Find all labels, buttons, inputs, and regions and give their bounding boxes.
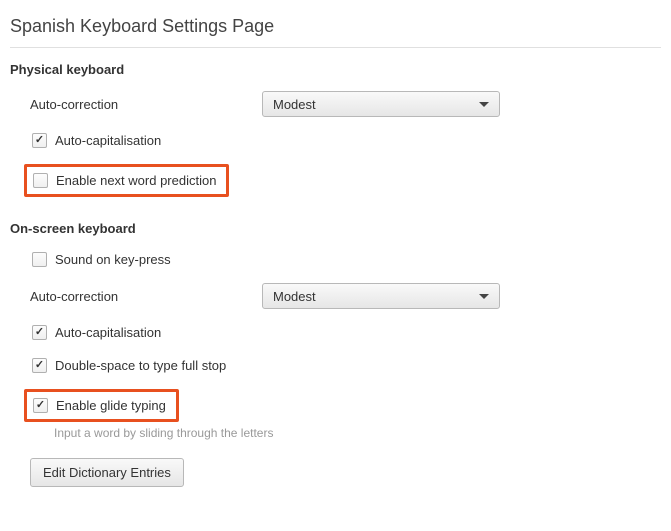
onscreen-auto-correction-value: Modest: [273, 289, 316, 304]
onscreen-sound-keypress-row[interactable]: Sound on key-press: [30, 250, 661, 269]
edit-dictionary-button[interactable]: Edit Dictionary Entries: [30, 458, 184, 487]
onscreen-sound-keypress-label: Sound on key-press: [55, 252, 171, 267]
onscreen-auto-correction-label: Auto-correction: [30, 289, 262, 304]
physical-keyboard-heading: Physical keyboard: [10, 62, 661, 77]
physical-auto-correction-value: Modest: [273, 97, 316, 112]
physical-auto-capitalisation-row[interactable]: Auto-capitalisation: [30, 131, 661, 150]
onscreen-sound-keypress-checkbox[interactable]: [32, 252, 47, 267]
onscreen-auto-capitalisation-label: Auto-capitalisation: [55, 325, 161, 340]
onscreen-auto-correction-select[interactable]: Modest: [262, 283, 500, 309]
onscreen-glide-typing-label: Enable glide typing: [56, 398, 166, 413]
onscreen-auto-capitalisation-checkbox[interactable]: [32, 325, 47, 340]
physical-next-word-prediction-checkbox[interactable]: [33, 173, 48, 188]
physical-auto-correction-row: Auto-correction Modest: [30, 91, 661, 117]
physical-auto-correction-select[interactable]: Modest: [262, 91, 500, 117]
physical-keyboard-section: Auto-correction Modest Auto-capitalisati…: [10, 91, 661, 207]
physical-auto-capitalisation-checkbox[interactable]: [32, 133, 47, 148]
physical-auto-correction-label: Auto-correction: [30, 97, 262, 112]
physical-next-word-prediction-row[interactable]: Enable next word prediction: [33, 173, 216, 188]
onscreen-auto-capitalisation-row[interactable]: Auto-capitalisation: [30, 323, 661, 342]
onscreen-double-space-row[interactable]: Double-space to type full stop: [30, 356, 661, 375]
chevron-down-icon: [479, 294, 489, 299]
onscreen-glide-typing-checkbox[interactable]: [33, 398, 48, 413]
onscreen-glide-typing-hint: Input a word by sliding through the lett…: [54, 426, 661, 440]
onscreen-keyboard-section: Sound on key-press Auto-correction Modes…: [10, 250, 661, 487]
onscreen-double-space-label: Double-space to type full stop: [55, 358, 226, 373]
page-title: Spanish Keyboard Settings Page: [10, 10, 661, 48]
physical-next-word-prediction-label: Enable next word prediction: [56, 173, 216, 188]
physical-auto-capitalisation-label: Auto-capitalisation: [55, 133, 161, 148]
onscreen-glide-typing-highlight: Enable glide typing: [24, 389, 179, 422]
onscreen-double-space-checkbox[interactable]: [32, 358, 47, 373]
physical-next-word-prediction-highlight: Enable next word prediction: [24, 164, 229, 197]
chevron-down-icon: [479, 102, 489, 107]
onscreen-keyboard-heading: On-screen keyboard: [10, 221, 661, 236]
onscreen-auto-correction-row: Auto-correction Modest: [30, 283, 661, 309]
onscreen-glide-typing-row[interactable]: Enable glide typing: [33, 398, 166, 413]
